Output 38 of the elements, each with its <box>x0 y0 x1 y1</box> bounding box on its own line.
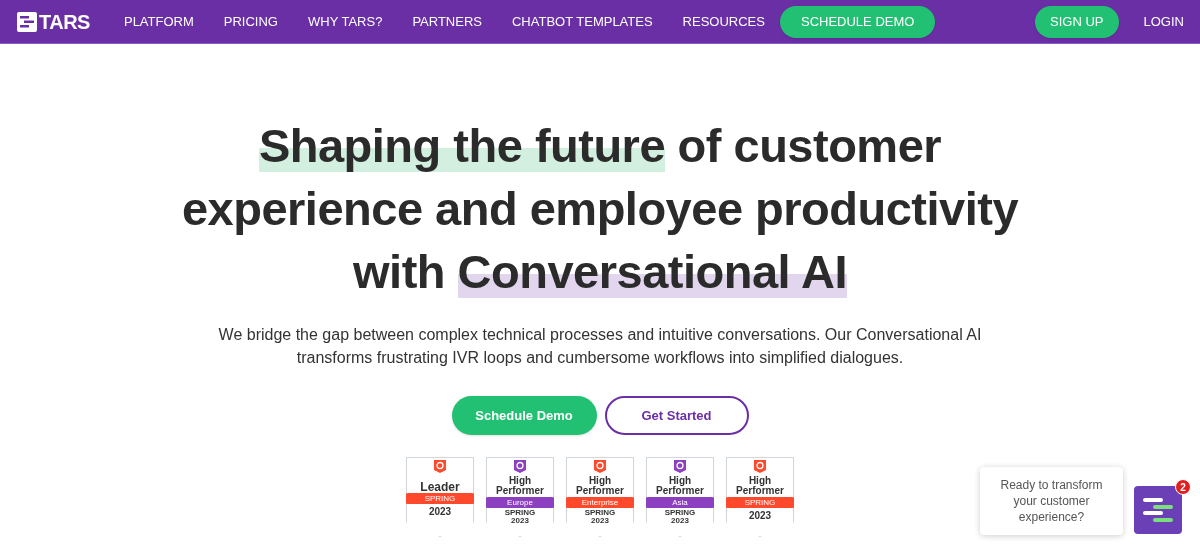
nav-link[interactable]: RESOURCES <box>682 11 765 32</box>
badge-year: SPRING <box>504 509 536 517</box>
badge-year: 2023 <box>511 517 529 525</box>
nav-link[interactable]: CHATBOT TEMPLATES <box>512 11 653 32</box>
badge-title: Leader <box>420 482 460 492</box>
badge-title: Performer <box>736 486 784 496</box>
badge-title: High <box>588 476 612 486</box>
nav-link[interactable]: WHY TARS? <box>307 11 383 32</box>
badge-year: 2023 <box>428 506 452 518</box>
chat-launcher[interactable] <box>1134 486 1182 534</box>
get-started-button[interactable]: Get Started <box>604 396 749 435</box>
nav-link[interactable]: PRICING <box>223 11 278 32</box>
badge-year: SPRING <box>584 509 616 517</box>
nav-link[interactable]: PARTNERS <box>412 11 482 32</box>
chat-prompt[interactable]: Ready to transform your customer experience? <box>980 467 1123 535</box>
headline-line: experience and employee productivity <box>181 181 1019 237</box>
logo-icon <box>17 11 37 32</box>
badge-ribbon: SPRING <box>403 493 477 504</box>
badge-title: Performer <box>656 486 704 496</box>
badge-year: SPRING <box>664 509 696 517</box>
logo-text[interactable]: TARS <box>39 6 90 37</box>
badge-year: 2023 <box>671 517 689 525</box>
badge-year: 2023 <box>748 510 772 522</box>
nav-link[interactable]: PLATFORM <box>123 11 194 32</box>
badge-title: Performer <box>496 486 544 496</box>
hero-description: We bridge the gap between complex technical processes and intuitive conversations. Our Conversational AI transforms frustrating IVR loops and cumbersome workflows into simplified dialogues. <box>217 325 983 368</box>
badge-ribbon: SPRING <box>723 497 797 508</box>
badge-ribbon: Europe <box>483 497 557 508</box>
badge-ribbon: Enterprise <box>563 497 637 508</box>
chat-bubble-icon <box>1141 496 1175 524</box>
badge-title: High <box>748 476 772 486</box>
badge-ribbon: Asia <box>643 497 717 508</box>
notification-badge: 2 <box>1175 479 1191 495</box>
badge-title: High <box>668 476 692 486</box>
badge-title: Performer <box>576 486 624 496</box>
badge-year: 2023 <box>591 517 609 525</box>
badge-title: High <box>508 476 532 486</box>
login-link[interactable]: LOGIN <box>1143 11 1184 32</box>
